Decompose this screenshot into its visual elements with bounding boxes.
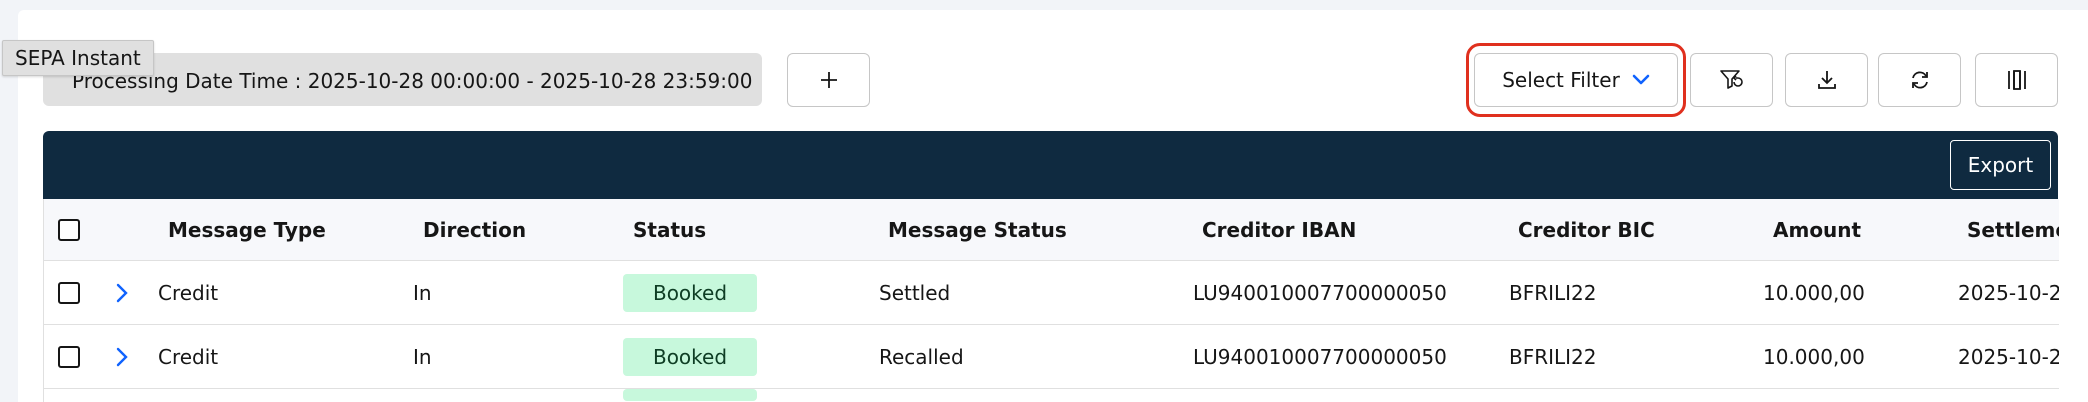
table-row-partial	[44, 389, 2059, 402]
status-badge: Booked	[623, 337, 757, 376]
status-cell: Booked	[623, 325, 757, 388]
column-header-message-type[interactable]: Message Type	[168, 199, 326, 260]
amount-cell: 10.000,00	[1763, 344, 1865, 369]
download-icon	[1817, 71, 1836, 89]
select-all-checkbox[interactable]	[58, 199, 80, 260]
column-header-status[interactable]: Status	[633, 199, 706, 260]
direction-cell: In	[413, 280, 432, 305]
filter-reset-icon	[1719, 70, 1743, 89]
expand-chevron-icon[interactable]	[116, 325, 128, 388]
column-header-direction[interactable]: Direction	[423, 199, 526, 260]
refresh-button[interactable]	[1878, 53, 1961, 107]
message-type-cell: Credit	[158, 280, 219, 305]
status-badge-partial	[623, 389, 757, 401]
creditor-bic-cell: BFRILI22	[1509, 344, 1597, 369]
creditor-bic-cell: BFRILI22	[1509, 280, 1597, 305]
plus-icon	[820, 72, 837, 88]
column-header-settlement[interactable]: Settleme	[1967, 199, 2059, 260]
row-checkbox[interactable]	[58, 261, 80, 324]
add-filter-button[interactable]	[787, 53, 870, 107]
columns-button[interactable]	[1975, 53, 2058, 107]
settlement-cell: 2025-10-2	[1958, 344, 2059, 369]
download-button[interactable]	[1785, 53, 1868, 107]
tooltip: SEPA Instant	[2, 40, 154, 76]
status-cell: Booked	[623, 261, 757, 324]
export-button[interactable]: Export	[1950, 140, 2051, 190]
columns-icon	[2007, 70, 2026, 90]
select-filter-label: Select Filter	[1502, 68, 1620, 92]
column-header-creditor-bic[interactable]: Creditor BIC	[1518, 199, 1655, 260]
message-status-cell: Recalled	[879, 344, 964, 369]
creditor-iban-cell: LU940010007700000050	[1193, 280, 1447, 305]
row-checkbox[interactable]	[58, 325, 80, 388]
status-badge: Booked	[623, 273, 757, 312]
reset-filter-button[interactable]	[1690, 53, 1773, 107]
message-type-cell: Credit	[158, 344, 219, 369]
direction-cell: In	[413, 344, 432, 369]
table-header-row: Message Type Direction Status Message St…	[44, 199, 2059, 261]
select-filter-button[interactable]: Select Filter	[1474, 53, 1678, 107]
data-table: Message Type Direction Status Message St…	[43, 199, 2059, 402]
creditor-iban-cell: LU940010007700000050	[1193, 344, 1447, 369]
column-header-message-status[interactable]: Message Status	[888, 199, 1067, 260]
table-row[interactable]: Credit In Booked Settled LU9400100077000…	[44, 261, 2059, 325]
chevron-down-icon	[1632, 74, 1650, 85]
table-toolbar: Export	[43, 131, 2058, 199]
settlement-cell: 2025-10-2	[1958, 280, 2059, 305]
column-header-creditor-iban[interactable]: Creditor IBAN	[1202, 199, 1356, 260]
amount-cell: 10.000,00	[1763, 280, 1865, 305]
column-header-amount[interactable]: Amount	[1773, 199, 1861, 260]
message-status-cell: Settled	[879, 280, 951, 305]
table-row[interactable]: Credit In Booked Recalled LU940010007700…	[44, 325, 2059, 389]
refresh-icon	[1911, 71, 1928, 89]
expand-chevron-icon[interactable]	[116, 261, 128, 324]
